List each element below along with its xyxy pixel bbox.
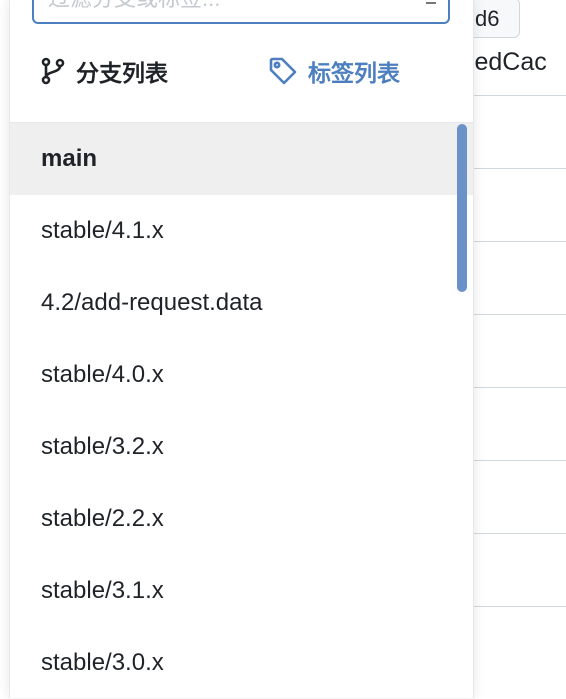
tag-icon (268, 56, 298, 86)
dropdown-tabs: 分支列表 标签列表 (10, 54, 473, 102)
tab-branches[interactable]: 分支列表 (40, 54, 168, 88)
list-item[interactable]: stable/4.1.x (10, 195, 473, 267)
branch-icon (40, 57, 66, 85)
table-row (470, 314, 566, 387)
list-item[interactable]: 4.2/add-request.data (10, 267, 473, 339)
filter-field[interactable] (32, 0, 450, 24)
table-row (470, 606, 566, 679)
clear-icon[interactable] (426, 2, 436, 4)
table-row (470, 241, 566, 314)
branch-dropdown: 分支列表 标签列表 main stable/4.1.x 4.2/add-requ… (9, 0, 474, 698)
background-text: sedCac (462, 48, 547, 76)
list-item[interactable]: stable/3.2.x (10, 411, 473, 483)
branch-list: main stable/4.1.x 4.2/add-request.data s… (10, 122, 473, 699)
tab-tags-label: 标签列表 (308, 60, 400, 86)
tab-branches-label: 分支列表 (76, 60, 168, 86)
branch-filter-input[interactable] (46, 0, 426, 13)
list-item[interactable]: stable/4.0.x (10, 339, 473, 411)
tab-tags[interactable]: 标签列表 (268, 54, 400, 88)
list-item[interactable]: stable/2.2.x (10, 483, 473, 555)
table-row (470, 168, 566, 241)
table-row (470, 387, 566, 460)
table-row (470, 533, 566, 606)
scrollbar-thumb[interactable] (457, 124, 467, 292)
table-row (470, 460, 566, 533)
list-item[interactable]: stable/3.0.x (10, 627, 473, 699)
background-rows (470, 95, 566, 679)
table-row (470, 95, 566, 168)
list-item[interactable]: stable/3.1.x (10, 555, 473, 627)
branch-item-main[interactable]: main (10, 123, 473, 195)
